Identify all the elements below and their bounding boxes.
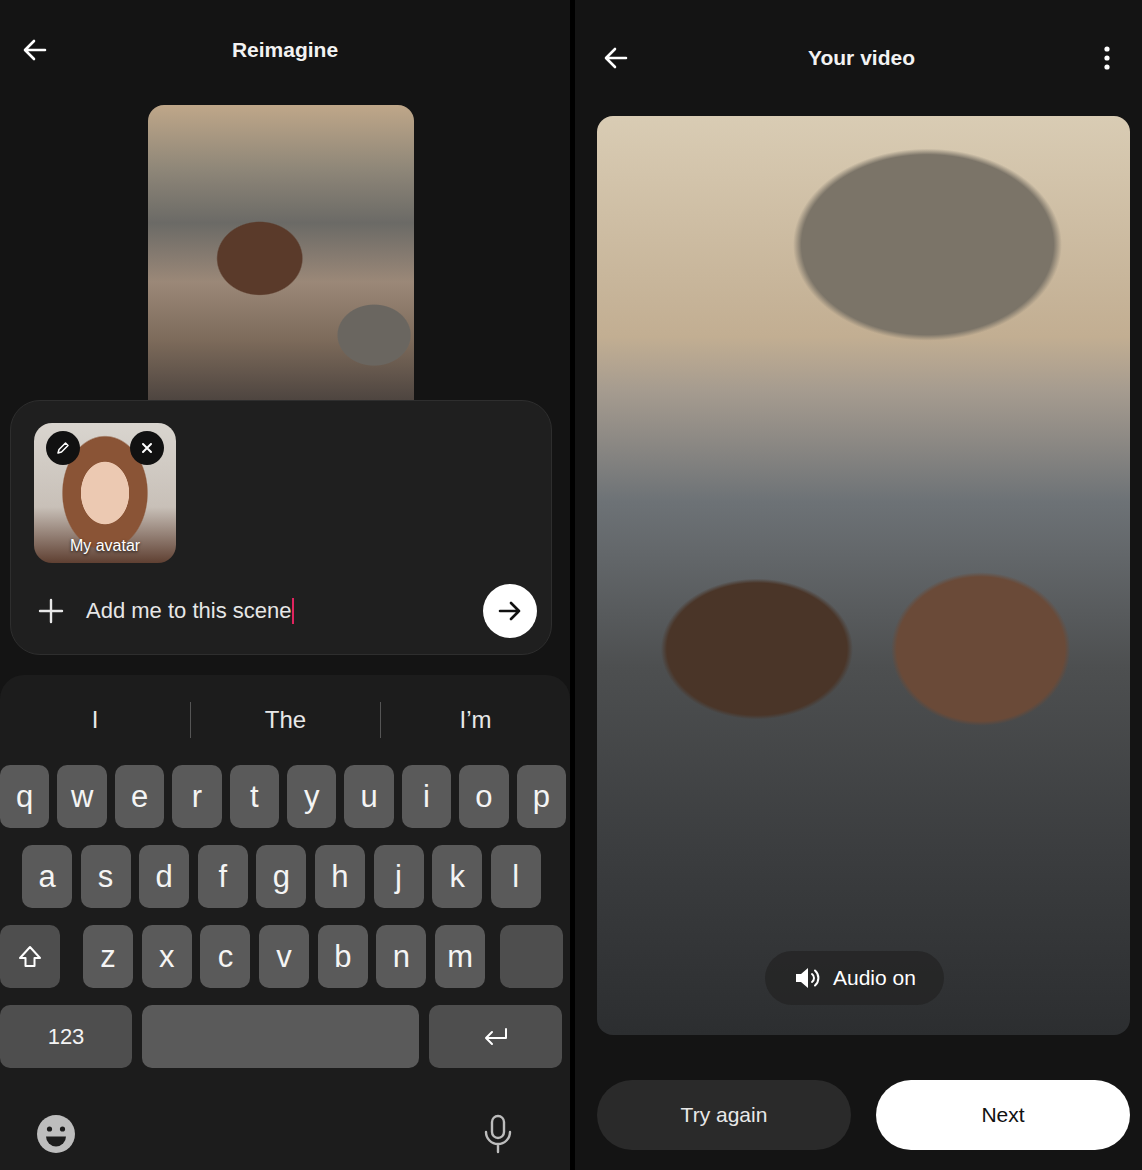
key[interactable]: n	[376, 925, 426, 988]
more-menu-button[interactable]	[1090, 36, 1124, 80]
emoji-icon	[35, 1113, 77, 1155]
app-root: ReimagineMy avatarAdd me to this sceneIT…	[0, 0, 1142, 1170]
back-arrow-icon	[20, 35, 50, 65]
action-bar: Try again Next	[597, 1080, 1130, 1150]
edit-avatar-button[interactable]	[46, 431, 80, 465]
avatar-attachment[interactable]: My avatar	[34, 423, 176, 563]
key[interactable]: a	[22, 845, 72, 908]
keyboard-toolbar	[0, 1085, 570, 1159]
prompt-text: Add me to this scene	[86, 598, 291, 624]
key[interactable]: t	[230, 765, 279, 828]
screen-title: Reimagine	[232, 38, 338, 62]
shift-key[interactable]	[0, 925, 60, 988]
avatar-label: My avatar	[34, 537, 176, 555]
top-bar: Reimagine	[0, 0, 570, 100]
back-arrow-icon	[601, 43, 631, 73]
key-row: qwertyuiop	[0, 765, 566, 828]
video-player[interactable]: Audio on	[597, 116, 1130, 1035]
action-button[interactable]: Next	[876, 1080, 1130, 1150]
text-cursor	[292, 598, 294, 624]
prompt-row: Add me to this scene	[34, 581, 537, 641]
speaker-icon	[793, 965, 821, 991]
close-icon	[139, 440, 155, 456]
key[interactable]: f	[198, 845, 248, 908]
key[interactable]: b	[318, 925, 368, 988]
key[interactable]: v	[259, 925, 309, 988]
keyboard: ITheI’mqwertyuiopasdfghjklzxcvbnm123	[0, 675, 570, 1170]
remove-avatar-button[interactable]	[130, 431, 164, 465]
suggestion[interactable]: I’m	[380, 702, 570, 738]
key[interactable]: u	[344, 765, 393, 828]
add-attachment-button[interactable]	[34, 589, 68, 633]
key[interactable]: y	[287, 765, 336, 828]
key[interactable]: c	[200, 925, 250, 988]
arrow-right-icon	[495, 596, 525, 626]
top-bar: Your video	[575, 0, 1142, 116]
key[interactable]: e	[115, 765, 164, 828]
key[interactable]: i	[402, 765, 451, 828]
key-row: asdfghjkl	[0, 845, 570, 908]
key[interactable]: r	[172, 765, 221, 828]
suggestion-bar: ITheI’m	[0, 675, 570, 765]
audio-label: Audio on	[833, 966, 916, 990]
suggestion[interactable]: I	[0, 702, 190, 738]
microphone-icon	[480, 1113, 516, 1155]
screen-title: Your video	[808, 46, 915, 70]
prompt-composer: My avatar Add me to this scene	[10, 400, 552, 655]
key-row: 123	[0, 1005, 570, 1068]
backspace-key[interactable]	[500, 925, 563, 988]
key[interactable]: j	[374, 845, 424, 908]
key[interactable]: z	[83, 925, 133, 988]
pencil-icon	[55, 440, 71, 456]
key-row: zxcvbnm	[0, 925, 570, 988]
key[interactable]: p	[517, 765, 566, 828]
audio-toggle[interactable]: Audio on	[765, 951, 944, 1005]
space-key[interactable]	[142, 1005, 419, 1068]
back-button[interactable]	[599, 36, 633, 80]
return-icon	[480, 1022, 512, 1052]
key[interactable]: w	[57, 765, 106, 828]
numbers-key[interactable]: 123	[0, 1005, 132, 1068]
video-screen: Your video Audio on Try again Next	[575, 0, 1142, 1170]
enter-key[interactable]	[429, 1005, 562, 1068]
key[interactable]: l	[491, 845, 541, 908]
kebab-menu-icon	[1092, 43, 1122, 73]
suggestion[interactable]: The	[190, 702, 380, 738]
back-button[interactable]	[18, 28, 52, 72]
key[interactable]: m	[435, 925, 485, 988]
key[interactable]: s	[81, 845, 131, 908]
plus-icon	[36, 596, 66, 626]
source-photo	[148, 105, 414, 400]
key[interactable]: g	[256, 845, 306, 908]
prompt-input[interactable]: Add me to this scene	[86, 598, 465, 624]
key[interactable]: x	[142, 925, 192, 988]
action-button[interactable]: Try again	[597, 1080, 851, 1150]
key[interactable]: h	[315, 845, 365, 908]
key[interactable]: q	[0, 765, 49, 828]
key[interactable]: d	[139, 845, 189, 908]
reimagine-screen: Reimagine My avatar Add me to this scene IT…	[0, 0, 570, 1170]
shift-icon	[15, 942, 45, 972]
voice-input-button[interactable]	[476, 1109, 520, 1159]
key[interactable]: k	[432, 845, 482, 908]
key[interactable]: o	[459, 765, 508, 828]
emoji-button[interactable]	[34, 1109, 78, 1159]
letter-group: zxcvbnm	[83, 925, 485, 988]
send-button[interactable]	[483, 584, 537, 638]
